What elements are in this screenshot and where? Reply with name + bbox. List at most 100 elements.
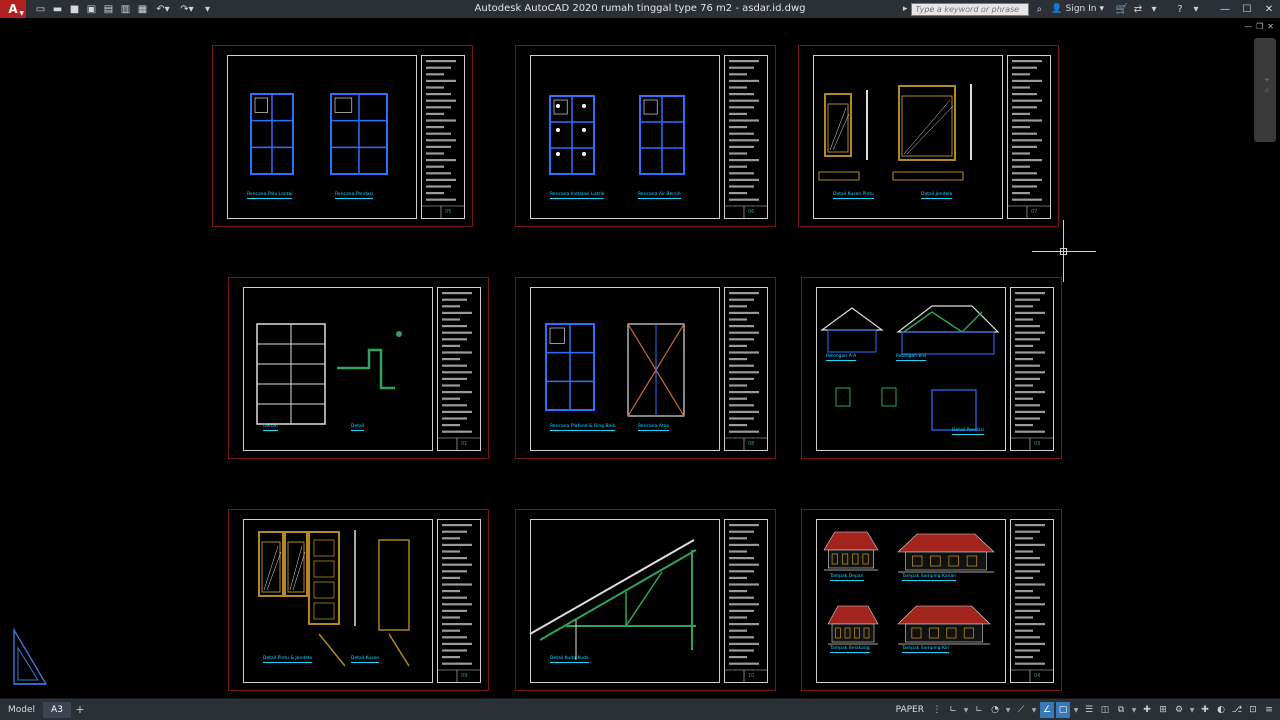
save-icon[interactable]: ■ — [66, 1, 83, 17]
tab-model[interactable]: Model — [0, 702, 43, 718]
chevron-down-icon[interactable]: ▼ — [1072, 702, 1080, 718]
chevron-down-icon: ▼ — [19, 10, 24, 17]
drawing-canvas[interactable]: — ❐ ✕ ⌖ ⌕ 05 Rencana Pola Lantai Rencana P… — [0, 18, 1280, 698]
sheet-drawing — [818, 60, 1051, 219]
layout-sheet[interactable]: 06 Rencana Instalasi Listrik Rencana Air B… — [515, 45, 776, 227]
drawing-caption: Detail Kuda-Kuda — [550, 656, 589, 663]
workspace-gear-icon[interactable]: ⚙ — [1172, 702, 1186, 718]
open-folder-icon[interactable]: ▬ — [49, 1, 66, 17]
chevron-down-icon[interactable]: ▾ — [1188, 1, 1204, 17]
sign-in-button[interactable]: 👤 Sign In ▾ — [1051, 4, 1104, 14]
drawing-caption: Rencana Pola Lantai — [247, 192, 293, 199]
snap-icon[interactable]: ∟ — [946, 702, 960, 718]
exchange-icon[interactable]: ⇄ — [1130, 1, 1146, 17]
layout-sheet[interactable]: 07 Detail Kusen Pintu Detail Jendela — [798, 45, 1059, 227]
title-bar: A ▼ ▭ ▬ ■ ▣ ▤ ▥ ▦ ↶▾ ↷▾ ▾ Autodesk AutoC… — [0, 0, 1280, 18]
layout-sheet[interactable]: 03 Potongan A-A Potongan B-B Detail Pondasi — [801, 277, 1062, 459]
units-icon[interactable]: ⊞ — [1156, 702, 1170, 718]
sheet-drawing — [250, 60, 465, 219]
drawing-caption: Detail Pondasi — [952, 428, 985, 435]
chevron-right-icon[interactable]: ▸ — [903, 4, 908, 14]
plot-icon[interactable]: ▦ — [134, 1, 151, 17]
tab-a3[interactable]: A3 — [43, 701, 71, 718]
sheet-drawing — [256, 292, 481, 451]
drawing-caption: Rencana Air Bersih — [638, 192, 681, 199]
object-snap-tracking-icon[interactable]: ∠ — [1040, 702, 1054, 718]
chevron-down-icon[interactable]: ▼ — [962, 702, 970, 718]
grid-icon[interactable]: ⋮ — [930, 702, 944, 718]
annotation-scale-icon[interactable]: ✚ — [1198, 702, 1212, 718]
chevron-down-icon[interactable]: ▼ — [1030, 702, 1038, 718]
layout-sheet[interactable]: 10 Detail Kuda-Kuda — [515, 509, 776, 691]
drawing-caption: Tampak Depan — [830, 574, 864, 581]
lineweight-icon[interactable]: ☰ — [1082, 702, 1096, 718]
quick-access-toolbar: ▭ ▬ ■ ▣ ▤ ▥ ▦ ↶▾ ↷▾ ▾ — [32, 0, 216, 18]
cart-icon[interactable]: 🛒 — [1114, 1, 1130, 17]
transparency-icon[interactable]: ◫ — [1098, 702, 1112, 718]
chevron-down-icon[interactable]: ▼ — [1004, 702, 1012, 718]
navigation-bar[interactable]: ⌖ ⌕ — [1254, 38, 1276, 142]
sheet-number: 03 — [1034, 441, 1041, 447]
sheet-drawing — [529, 524, 768, 683]
minimize-icon[interactable]: — — [1244, 22, 1252, 31]
restore-icon[interactable]: ❐ — [1256, 22, 1263, 31]
drawing-caption: Tampak Samping Kanan — [902, 574, 957, 581]
autocad-logo-icon: A — [8, 2, 18, 16]
sheet-number: 06 — [748, 209, 755, 215]
help-icon[interactable]: ? — [1172, 1, 1188, 17]
chevron-down-icon[interactable]: ▼ — [1188, 702, 1196, 718]
application-menu-button[interactable]: A ▼ — [0, 0, 26, 18]
polar-tracking-icon[interactable]: ◔ — [988, 702, 1002, 718]
undo-icon[interactable]: ↶▾ — [151, 1, 175, 17]
selection-cycling-icon[interactable]: ⧉ — [1114, 702, 1128, 718]
layout-sheet[interactable]: 01 Denah Detail — [228, 277, 489, 459]
document-window-controls: — ❐ ✕ — [1244, 22, 1274, 31]
drawing-caption: Tampak Belakang — [830, 646, 870, 653]
chevron-down-icon[interactable]: ▼ — [1130, 702, 1138, 718]
isodraft-icon[interactable]: ⟋ — [1014, 702, 1028, 718]
chevron-down-icon[interactable]: ▾ — [1146, 1, 1162, 17]
new-file-icon[interactable]: ▭ — [32, 1, 49, 17]
drawing-caption: Rencana Instalasi Listrik — [550, 192, 605, 199]
customization-icon[interactable]: ≡ — [1262, 702, 1276, 718]
maximize-icon[interactable]: ☐ — [1236, 0, 1258, 18]
add-layout-icon[interactable]: + — [71, 702, 89, 718]
open-from-web-icon[interactable]: ▤ — [100, 1, 117, 17]
layout-sheet[interactable]: 05 Rencana Pola Lantai Rencana Pondasi — [212, 45, 473, 227]
drawing-caption: Detail — [351, 424, 365, 431]
ucs-icon — [13, 628, 48, 685]
clean-screen-icon[interactable]: ⊡ — [1246, 702, 1260, 718]
drawing-caption: Potongan A-A — [826, 354, 857, 361]
sheet-drawing — [545, 292, 768, 451]
chevron-down-icon: ▾ — [1099, 4, 1104, 14]
drawing-caption: Rencana Atap — [638, 424, 670, 431]
layout-sheet[interactable]: 09 Detail Pintu & Jendela Detail Kusen — [228, 509, 489, 691]
object-snap-icon[interactable]: ▢ — [1056, 702, 1070, 718]
sheet-drawing — [258, 524, 481, 683]
save-as-icon[interactable]: ▣ — [83, 1, 100, 17]
redo-icon[interactable]: ↷▾ — [175, 1, 199, 17]
drawing-caption: Rencana Plafond & Ring Balk — [550, 424, 616, 431]
search-input[interactable] — [911, 2, 1030, 16]
pickbox — [1060, 248, 1067, 255]
isolate-objects-icon[interactable]: ◐ — [1214, 702, 1228, 718]
customize-toolbar-icon[interactable]: ▾ — [199, 1, 216, 17]
search-icon[interactable]: ⌕ — [1031, 1, 1047, 17]
hardware-acceleration-icon[interactable]: ⎇ — [1230, 702, 1244, 718]
drawing-caption: Detail Kusen Pintu — [833, 192, 874, 199]
sheet-number: 04 — [1034, 673, 1041, 679]
layout-sheet[interactable]: 08 Rencana Plafond & Ring Balk Rencana Ata… — [515, 277, 776, 459]
drawing-caption: Rencana Pondasi — [335, 192, 374, 199]
close-icon[interactable]: ✕ — [1267, 22, 1274, 31]
drawing-caption: Tampak Samping Kiri — [902, 646, 950, 653]
annotation-monitor-icon[interactable]: ✚ — [1140, 702, 1154, 718]
minimize-icon[interactable]: — — [1214, 0, 1236, 18]
drawing-caption: Detail Pintu & Jendela — [263, 656, 312, 663]
layout-sheet[interactable]: 04 Tampak Depan Tampak Samping Kanan Tampak… — [801, 509, 1062, 691]
sheet-number: 01 — [461, 441, 468, 447]
close-icon[interactable]: ✕ — [1258, 0, 1280, 18]
sheet-number: 07 — [1031, 209, 1038, 215]
paper-space-toggle[interactable]: PAPER — [892, 705, 928, 715]
ortho-icon[interactable]: ∟ — [972, 702, 986, 718]
save-to-web-icon[interactable]: ▥ — [117, 1, 134, 17]
